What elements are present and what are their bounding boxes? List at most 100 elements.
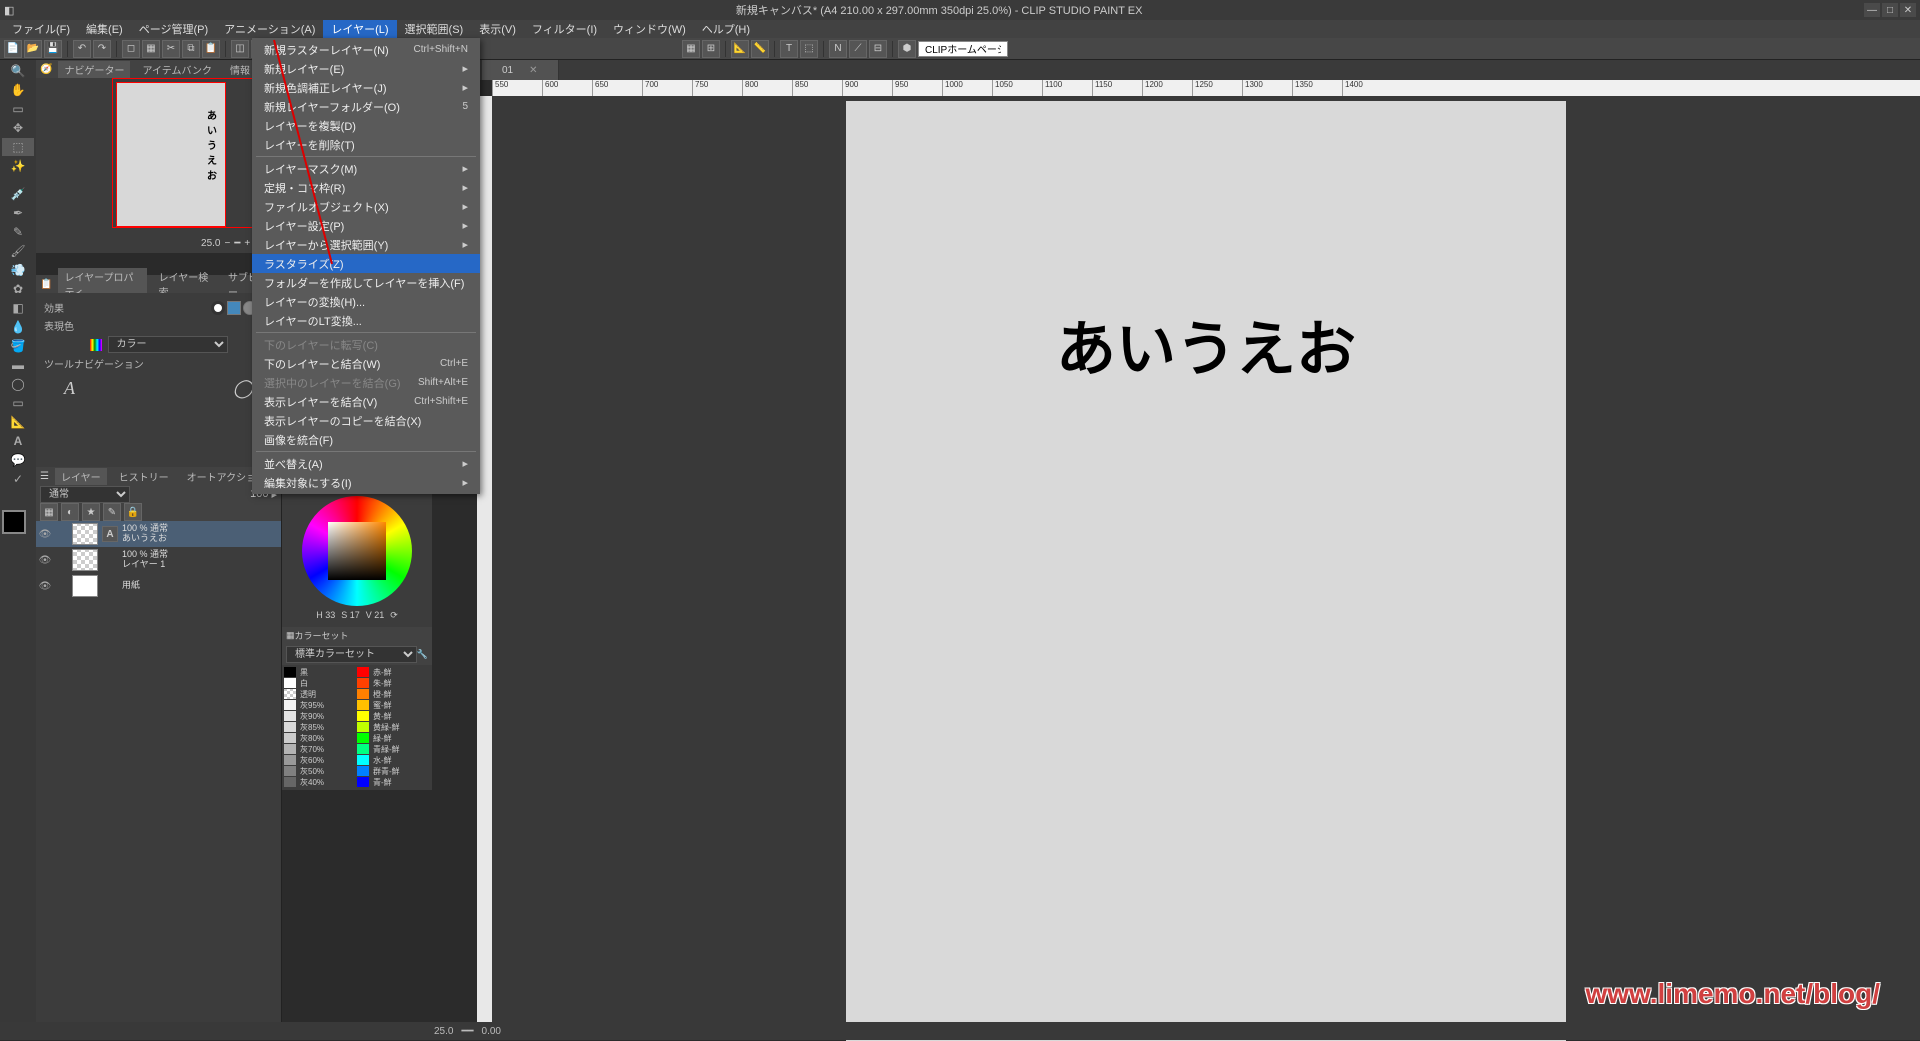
color-swatch[interactable] — [357, 667, 369, 677]
tool-decoration-icon[interactable]: ✿ — [2, 280, 34, 298]
draft-icon[interactable]: ✎ — [103, 503, 121, 521]
menu-item[interactable]: 画像を統合(F) — [252, 430, 480, 449]
menu-item[interactable]: 新規色調補正レイヤー(J)▸ — [252, 78, 480, 97]
border-effect-icon[interactable] — [211, 301, 225, 315]
tool-wand-icon[interactable]: ✨ — [2, 157, 34, 175]
menu-item[interactable]: レイヤーの変換(H)... — [252, 292, 480, 311]
color-swatch[interactable] — [284, 733, 296, 743]
toolbar-undo-icon[interactable]: ↶ — [73, 40, 91, 58]
toolbar-ruler2-icon[interactable]: 📏 — [751, 40, 769, 58]
menu-animation[interactable]: アニメーション(A) — [216, 20, 323, 38]
color-swatch[interactable] — [284, 755, 296, 765]
balloon-tool-icon[interactable]: ◯ — [233, 378, 253, 399]
toolbar-transform-icon[interactable]: ◫ — [231, 40, 249, 58]
color-swatch[interactable] — [284, 700, 296, 710]
zoom-in-icon[interactable]: + — [244, 238, 250, 249]
history-tab[interactable]: ヒストリー — [113, 468, 175, 485]
close-tab-icon[interactable]: ✕ — [529, 65, 537, 76]
tool-marquee-icon[interactable]: ⬚ — [2, 138, 34, 156]
menu-item[interactable]: 新規ラスターレイヤー(N)Ctrl+Shift+N — [252, 40, 480, 59]
zoom-out-icon[interactable]: − — [225, 238, 231, 249]
tool-eyedropper-icon[interactable]: 💉 — [2, 185, 34, 203]
tool-pencil-icon[interactable]: ✎ — [2, 223, 34, 241]
layer-row[interactable]: 👁 用紙 — [36, 573, 281, 599]
toolbar-clip-icon[interactable]: ⬢ — [898, 40, 916, 58]
minimize-button[interactable]: — — [1864, 3, 1880, 17]
tool-fill-icon[interactable]: 🪣 — [2, 337, 34, 355]
tool-correct-icon[interactable]: ✓ — [2, 470, 34, 488]
menu-window[interactable]: ウィンドウ(W) — [605, 20, 694, 38]
canvas-page[interactable]: あいうえお — [846, 101, 1566, 1041]
tool-blend-icon[interactable]: 💧 — [2, 318, 34, 336]
color-swatch[interactable] — [284, 777, 296, 787]
toolbar-snap-ruler-icon[interactable]: N — [829, 40, 847, 58]
toolbar-text-icon[interactable]: T — [780, 40, 798, 58]
visibility-icon[interactable]: 👁 — [38, 579, 52, 593]
tone-effect-icon[interactable] — [227, 301, 241, 315]
color-swatch[interactable] — [357, 700, 369, 710]
zoom-slider-icon[interactable]: ━━ — [461, 1026, 473, 1037]
toolbar-snap-grid-icon[interactable]: ⊟ — [869, 40, 887, 58]
menu-file[interactable]: ファイル(F) — [4, 20, 78, 38]
tool-move-layer-icon[interactable]: ✥ — [2, 119, 34, 137]
menu-page[interactable]: ページ管理(P) — [131, 20, 216, 38]
color-swatch[interactable] — [284, 744, 296, 754]
color-wheel[interactable] — [302, 496, 412, 606]
tool-airbrush-icon[interactable]: 💨 — [2, 261, 34, 279]
menu-item[interactable]: ファイルオブジェクト(X)▸ — [252, 197, 480, 216]
color-swatch[interactable] — [357, 755, 369, 765]
color-swatch[interactable] — [284, 766, 296, 776]
visibility-icon[interactable]: 👁 — [38, 553, 52, 567]
toolbar-new-icon[interactable]: 📄 — [4, 40, 22, 58]
menu-item[interactable]: ラスタライズ(Z) — [252, 254, 480, 273]
toolbar-open-icon[interactable]: 📂 — [24, 40, 42, 58]
color-swatch[interactable] — [284, 667, 296, 677]
visibility-icon[interactable]: 👁 — [38, 527, 52, 541]
toolbar-cut-icon[interactable]: ✂ — [162, 40, 180, 58]
tool-brush-icon[interactable]: 🖌 — [2, 242, 34, 260]
tool-operation-icon[interactable]: ▭ — [2, 100, 34, 118]
clip-homepage-input[interactable] — [918, 41, 1008, 57]
color-swatch[interactable] — [357, 689, 369, 699]
menu-layer[interactable]: レイヤー(L) — [323, 20, 396, 38]
navigator-tab[interactable]: ナビゲーター — [58, 61, 130, 78]
lock-icon[interactable]: 🔒 — [124, 503, 142, 521]
colorset-select[interactable]: 標準カラーセット — [286, 646, 417, 663]
text-tool-icon[interactable]: A — [64, 378, 75, 399]
menu-item[interactable]: フォルダーを作成してレイヤーを挿入(F) — [252, 273, 480, 292]
menu-selection[interactable]: 選択範囲(S) — [397, 20, 472, 38]
reference-icon[interactable]: ★ — [82, 503, 100, 521]
toolbar-ruler1-icon[interactable]: 📐 — [731, 40, 749, 58]
canvas-tab[interactable]: 01 ✕ — [482, 60, 559, 80]
color-swatch[interactable] — [357, 744, 369, 754]
color-swatch[interactable] — [284, 678, 296, 688]
toolbar-redo-icon[interactable]: ↷ — [93, 40, 111, 58]
layers-tab[interactable]: レイヤー — [55, 468, 107, 485]
color-swatch[interactable] — [357, 722, 369, 732]
tool-eraser-icon[interactable]: ◧ — [2, 299, 34, 317]
color-swatch[interactable] — [357, 777, 369, 787]
lock-alpha-icon[interactable]: ▦ — [40, 503, 58, 521]
maximize-button[interactable]: □ — [1882, 3, 1898, 17]
tool-pen-icon[interactable]: ✒ — [2, 204, 34, 222]
menu-item[interactable]: 編集対象にする(I)▸ — [252, 473, 480, 492]
menu-item[interactable]: 新規レイヤーフォルダー(O)5 — [252, 97, 480, 116]
toolbar-snap-icon[interactable]: ⊞ — [702, 40, 720, 58]
toolbar-paste-icon[interactable]: 📋 — [202, 40, 220, 58]
tool-figure-icon[interactable]: ◯ — [2, 375, 34, 393]
color-swatch[interactable] — [357, 678, 369, 688]
blend-mode-select[interactable]: 通常 — [40, 486, 130, 503]
menu-item[interactable]: レイヤーマスク(M)▸ — [252, 159, 480, 178]
toolbar-fill-icon[interactable]: ▦ — [142, 40, 160, 58]
toolbar-clear-icon[interactable]: ◻ — [122, 40, 140, 58]
tool-gradient-icon[interactable]: ▬ — [2, 356, 34, 374]
menu-help[interactable]: ヘルプ(H) — [694, 20, 758, 38]
menu-item[interactable]: レイヤーから選択範囲(Y)▸ — [252, 235, 480, 254]
tool-text-icon[interactable]: A — [2, 432, 34, 450]
color-square[interactable] — [328, 522, 386, 580]
menu-item[interactable]: レイヤーのLT変換... — [252, 311, 480, 330]
foreground-color[interactable] — [2, 510, 26, 534]
colorset-tab[interactable]: カラーセット — [295, 629, 349, 642]
menu-item[interactable]: 表示レイヤーを結合(V)Ctrl+Shift+E — [252, 392, 480, 411]
menu-item[interactable]: 下のレイヤーと結合(W)Ctrl+E — [252, 354, 480, 373]
